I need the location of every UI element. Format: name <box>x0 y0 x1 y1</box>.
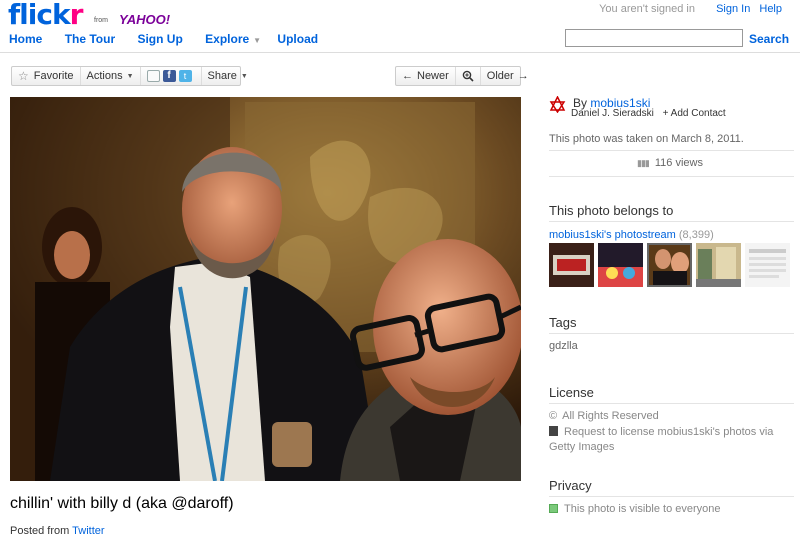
privacy-text: This photo is visible to everyone <box>564 503 721 515</box>
posted-from-twitter-link[interactable]: Twitter <box>72 525 104 537</box>
license-rights-label[interactable]: All Rights Reserved <box>562 410 659 422</box>
nav-upload[interactable]: Upload <box>277 32 318 46</box>
belongs-to-heading: This photo belongs to <box>549 203 674 218</box>
search-button[interactable]: Search <box>749 32 789 46</box>
help-link[interactable]: Help <box>759 3 782 15</box>
nav-signup[interactable]: Sign Up <box>137 32 182 46</box>
photostream-thumbnails <box>549 243 794 287</box>
yahoo-logo: YAHOO! <box>119 12 171 27</box>
license-heading: License <box>549 385 594 400</box>
divider <box>549 150 794 151</box>
add-contact-button[interactable]: + Add Contact <box>663 108 726 119</box>
logo-text-pink: r <box>69 0 84 31</box>
posted-from: Posted from Twitter <box>10 525 105 537</box>
nav-home[interactable]: Home <box>9 32 42 46</box>
signed-in-status: You aren't signed in <box>599 3 695 15</box>
actions-menu-button[interactable]: Actions ▼ <box>81 67 141 85</box>
main-nav: Home The Tour Sign Up Explore ▼ Upload <box>9 32 337 46</box>
thumbnail-image <box>745 243 790 287</box>
share-label: Share <box>207 70 237 82</box>
thumbnail[interactable] <box>745 243 790 287</box>
favorite-button[interactable]: ☆ Favorite <box>12 67 81 85</box>
newer-button[interactable]: ← Newer <box>396 67 456 85</box>
view-count: ▮▮▮ 116 views <box>637 157 703 169</box>
owner-real-name: Daniel J. Sieradski <box>571 108 654 119</box>
favorite-label: Favorite <box>33 70 74 82</box>
chevron-down-icon: ▼ <box>126 72 134 80</box>
logo-from: from <box>94 17 108 24</box>
divider <box>549 333 794 334</box>
divider <box>549 403 794 404</box>
twitter-icon[interactable]: t <box>178 70 192 82</box>
nav-explore-label: Explore <box>205 32 250 46</box>
nav-explore[interactable]: Explore ▼ <box>205 32 261 46</box>
header-divider <box>0 52 800 53</box>
photo-pager: ← Newer Older → <box>395 66 529 86</box>
thumbnail[interactable] <box>696 243 741 287</box>
thumbnail-image <box>647 243 692 287</box>
posted-from-label: Posted from <box>10 525 70 537</box>
buddy-icon[interactable] <box>549 96 566 113</box>
thumbnail-current[interactable] <box>647 243 692 287</box>
license-request: Request to license mobius1ski's photos v… <box>549 425 789 455</box>
thumbnail-image <box>696 243 741 287</box>
photo-toolbar: ☆ Favorite Actions ▼ f t Share ▼ <box>11 66 248 86</box>
share-icons: f t <box>141 67 202 85</box>
zoom-icon <box>462 70 474 82</box>
chevron-down-icon: ▼ <box>240 72 248 80</box>
thumbnail-image <box>598 243 643 287</box>
older-button[interactable]: Older → <box>481 67 535 85</box>
search-input[interactable] <box>565 29 743 47</box>
left-arrow-icon: ← <box>402 70 413 82</box>
thumbnail[interactable] <box>549 243 594 287</box>
newer-label: Newer <box>417 70 449 82</box>
chevron-down-icon: ▼ <box>253 36 262 45</box>
nav-tour[interactable]: The Tour <box>65 32 115 46</box>
views-label: 116 views <box>654 157 703 169</box>
license-request-link[interactable]: Request to license mobius1ski's photos v… <box>549 426 773 453</box>
privacy-heading: Privacy <box>549 478 592 493</box>
photostream-link[interactable]: mobius1ski's photostream <box>549 229 676 241</box>
account-links: You aren't signed in Sign In Help <box>599 3 782 15</box>
actions-label: Actions <box>86 70 123 82</box>
main-photo[interactable] <box>10 97 521 481</box>
email-icon[interactable] <box>146 70 160 82</box>
photostream-count: (8,399) <box>678 229 714 241</box>
share-menu-button[interactable]: Share ▼ <box>202 67 254 85</box>
divider <box>549 496 794 497</box>
star-icon: ☆ <box>18 69 29 83</box>
logo-text-blue: flick <box>8 0 71 31</box>
getty-icon <box>549 426 558 436</box>
divider <box>549 176 794 177</box>
older-label: Older <box>486 70 514 82</box>
copyright-icon: © <box>549 410 558 422</box>
stats-icon: ▮▮▮ <box>637 158 650 168</box>
license-rights: © All Rights Reserved <box>549 410 659 422</box>
zoom-button[interactable] <box>456 67 481 85</box>
flickr-logo[interactable]: flickr from YAHOO! <box>8 0 170 32</box>
sign-in-link[interactable]: Sign In <box>716 3 750 15</box>
photo-title: chillin' with billy d (aka @daroff) <box>10 495 234 512</box>
tag-item[interactable]: gdzlla <box>549 340 578 352</box>
right-arrow-icon: → <box>517 70 529 82</box>
thumbnail-image <box>549 243 594 287</box>
photo-image <box>10 97 521 481</box>
divider <box>549 221 794 222</box>
photostream-link-row: mobius1ski's photostream (8,399) <box>549 229 714 241</box>
date-taken: This photo was taken on March 8, 2011. <box>549 133 744 145</box>
tags-heading: Tags <box>549 315 577 330</box>
facebook-icon[interactable]: f <box>162 70 176 82</box>
privacy-status: This photo is visible to everyone <box>549 503 721 515</box>
public-icon <box>549 504 558 513</box>
owner-details: Daniel J. Sieradski + Add Contact <box>571 108 726 119</box>
thumbnail[interactable] <box>598 243 643 287</box>
